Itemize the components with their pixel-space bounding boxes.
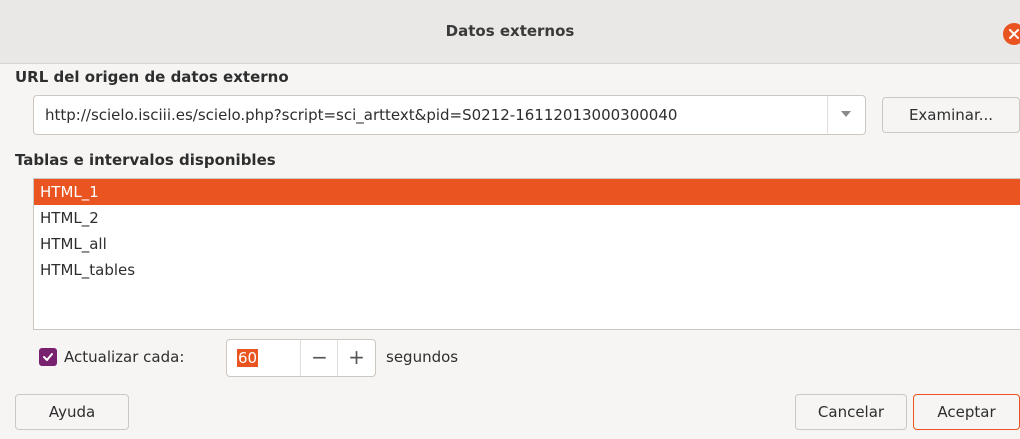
accept-button[interactable]: Aceptar — [913, 394, 1020, 430]
close-button[interactable] — [1003, 23, 1020, 45]
cancel-button[interactable]: Cancelar — [795, 394, 907, 430]
list-item-html-all[interactable]: HTML_all — [34, 231, 1020, 257]
tables-list[interactable]: HTML_1 HTML_2 HTML_all HTML_tables — [33, 178, 1020, 330]
url-input[interactable]: http://scielo.isciii.es/scielo.php?scrip… — [45, 106, 677, 124]
help-button[interactable]: Ayuda — [15, 394, 129, 430]
url-combobox[interactable]: http://scielo.isciii.es/scielo.php?scrip… — [33, 95, 866, 135]
list-item-html-tables[interactable]: HTML_tables — [34, 257, 1020, 283]
window-title: Datos externos — [445, 22, 575, 40]
update-checkbox[interactable] — [39, 348, 57, 366]
decrement-button[interactable]: − — [300, 340, 338, 376]
interval-unit-label: segundos — [386, 348, 459, 366]
title-bar: Datos externos — [0, 0, 1020, 64]
checkmark-icon — [43, 353, 53, 361]
url-section-label: URL del origen de datos externo — [15, 68, 289, 86]
interval-spinbox[interactable]: 60 − + — [226, 339, 376, 377]
close-icon — [1009, 29, 1019, 39]
tables-section-label: Tablas e intervalos disponibles — [15, 151, 276, 169]
url-dropdown-button[interactable] — [827, 96, 865, 134]
list-item-html-2[interactable]: HTML_2 — [34, 205, 1020, 231]
interval-input[interactable]: 60 — [237, 349, 259, 367]
increment-button[interactable]: + — [337, 340, 375, 376]
chevron-down-icon — [841, 111, 851, 117]
browse-button[interactable]: Examinar... — [882, 97, 1020, 133]
list-item-html-1[interactable]: HTML_1 — [34, 179, 1020, 205]
update-checkbox-label[interactable]: Actualizar cada: — [64, 348, 184, 366]
